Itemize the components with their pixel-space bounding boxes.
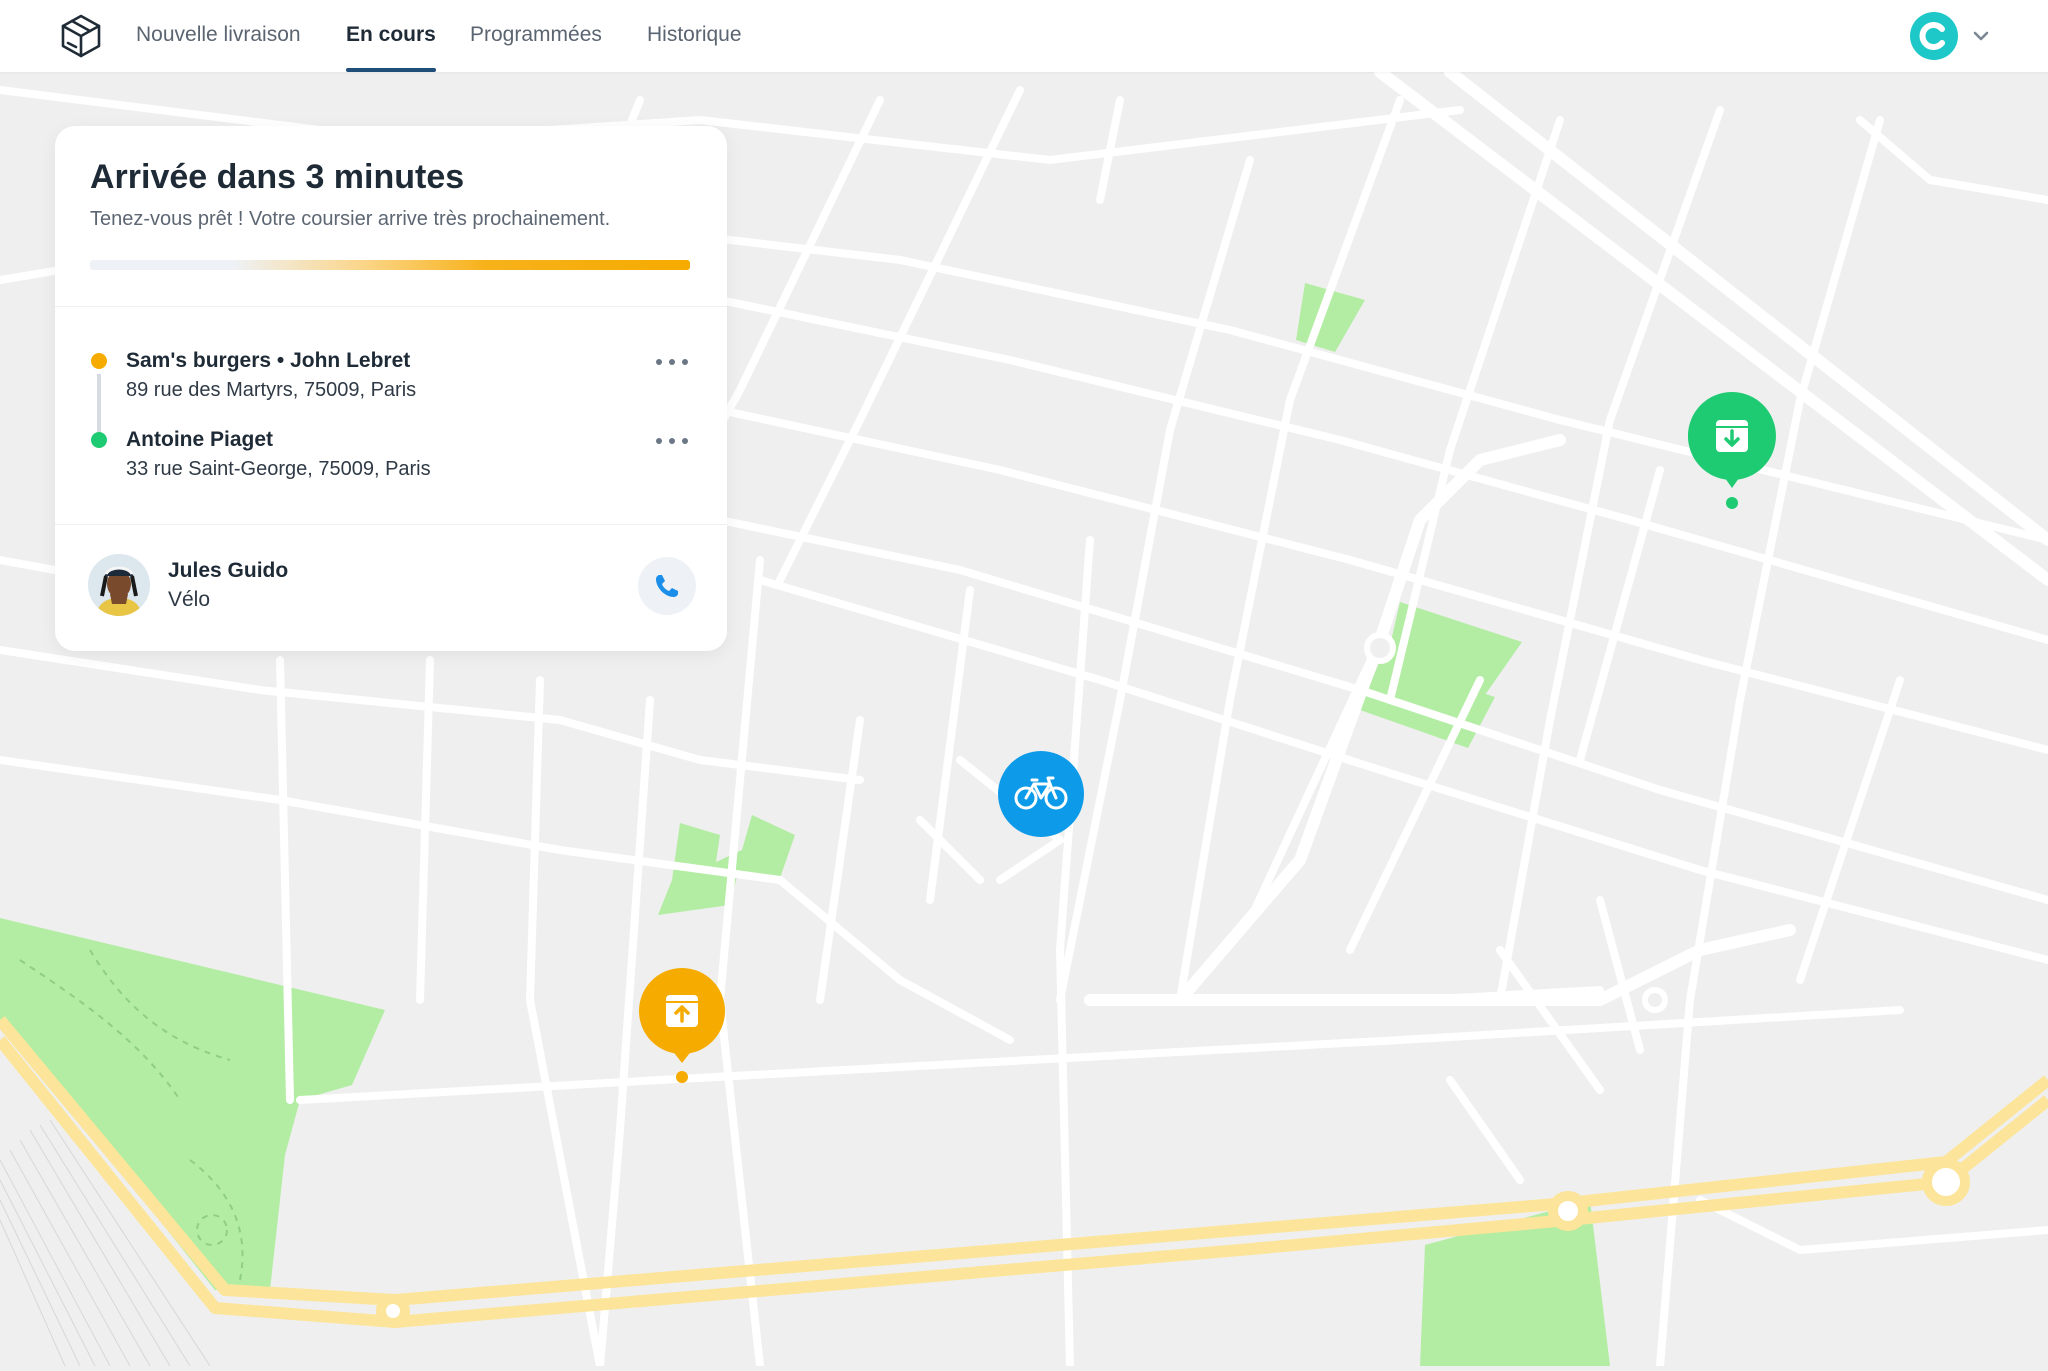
c-brand-avatar: [1919, 22, 1945, 50]
pickup-name: Sam's burgers • John Lebret: [126, 349, 411, 372]
dropoff-box-icon: [1716, 420, 1748, 452]
eta-progress-bar: [90, 260, 690, 270]
pickup-box-icon: [666, 995, 698, 1027]
courier-avatar: [88, 554, 150, 616]
tab-nouvelle-livraison[interactable]: Nouvelle livraison: [136, 0, 301, 72]
tab-historique[interactable]: Historique: [647, 0, 742, 72]
tab-en-cours[interactable]: En cours: [346, 0, 436, 72]
box-logo-icon[interactable]: [58, 13, 104, 59]
pickup-dot: [91, 353, 107, 369]
pickup-marker[interactable]: [636, 965, 728, 1085]
eta-title: Arrivée dans 3 minutes: [90, 158, 465, 196]
account-avatar[interactable]: [1910, 12, 1958, 60]
delivery-status-card: Arrivée dans 3 minutes Tenez-vous prêt !…: [55, 126, 727, 651]
dropoff-marker[interactable]: [1684, 388, 1780, 512]
active-tab-indicator: [346, 68, 436, 72]
dropoff-name: Antoine Piaget: [126, 428, 274, 451]
courier-vehicle: Vélo: [168, 588, 211, 611]
phone-icon: [656, 575, 678, 597]
divider: [55, 524, 727, 525]
courier-name: Jules Guido: [168, 559, 289, 582]
route-connector: [97, 374, 101, 436]
tab-programmees[interactable]: Programmées: [470, 0, 602, 72]
call-courier-button[interactable]: [638, 557, 696, 615]
eta-progress-fill: [234, 260, 690, 270]
pickup-more-button[interactable]: [654, 352, 690, 372]
dropoff-address: 33 rue Saint-George, 75009, Paris: [126, 458, 431, 480]
chevron-down-icon[interactable]: [1972, 29, 1990, 43]
courier-marker[interactable]: [997, 750, 1085, 838]
dropoff-dot: [91, 432, 107, 448]
eta-subtitle: Tenez-vous prêt ! Votre coursier arrive …: [90, 208, 611, 230]
divider: [55, 306, 727, 307]
dropoff-more-button[interactable]: [654, 431, 690, 451]
top-navigation: Nouvelle livraison En cours Programmées …: [0, 0, 2048, 72]
tab-en-cours-label: En cours: [346, 23, 436, 46]
pickup-address: 89 rue des Martyrs, 75009, Paris: [126, 379, 417, 401]
